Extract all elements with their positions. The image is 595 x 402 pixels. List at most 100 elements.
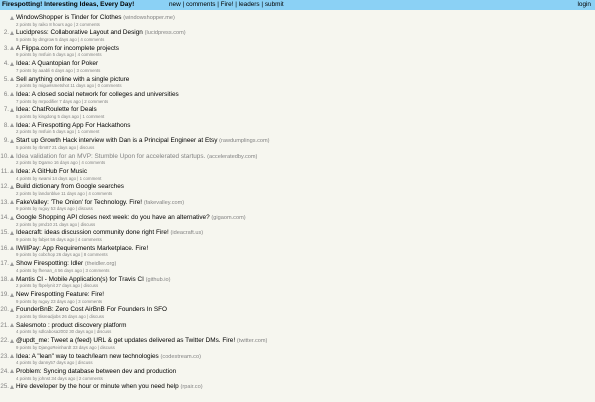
story-title-link[interactable]: Build dictionary from Google searches [16,183,124,190]
upvote-arrow-icon[interactable] [10,30,14,35]
story-title-link[interactable]: Idea: A "lean" way to teach/learn new te… [16,353,159,360]
story-subtext[interactable]: 9 points by cobchop 26 days ago | 8 comm… [16,252,108,258]
nav-comments[interactable]: comments [186,1,215,8]
upvote-arrow-icon[interactable] [10,323,14,328]
story-subtext[interactable]: 2 points by Dgamo 16 days ago | 4 commen… [16,160,105,166]
nav-submit[interactable]: submit [265,1,284,8]
story-title-link[interactable]: New Firespotting Feature: Fire! [16,291,104,298]
story-row: 10. Idea validation for an MVP: Stumble U… [0,152,595,167]
nav-leaders[interactable]: leaders [239,1,260,8]
story-subtext[interactable]: 9 points by ruguy 53 days ago | discuss [16,206,93,212]
story-rank: 15. [0,229,9,237]
story-title-link[interactable]: A Flippa.com for incomplete projects [16,45,119,52]
story-subtext[interactable]: 4 points by johnst 34 days ago | 2 comme… [16,376,103,382]
story-subtext[interactable]: 4 points by fhenan_4 56 days ago | 3 com… [16,268,109,274]
login-link[interactable]: login [577,0,591,10]
story-title-link[interactable]: Hire developer by the hour or minute whe… [16,383,179,390]
story-subtext[interactable]: 7 points by mrpodifier 7 days ago | 2 co… [16,99,108,105]
story-rank: 22. [0,337,9,345]
story-subtext[interactable]: 9 points by msfuin 5 days ago | 4 commen… [16,52,102,58]
story-rank: 12. [0,183,9,191]
upvote-arrow-icon[interactable] [10,107,14,112]
upvote-arrow-icon[interactable] [10,246,14,251]
story-title-link[interactable]: Start up Growth Hack interview with Dan … [16,137,217,144]
story-title-link[interactable]: Salesmoto : product discovery platform [16,322,126,329]
site-title[interactable]: Firespotting! Interesting Ideas, Every D… [2,0,134,10]
story-row: 4. Idea: A Quantopian for Poker 7 points b… [0,59,595,74]
story-rank: 9. [3,137,9,145]
story-subtext[interactable]: 2 points by raiko 8 hours ago | 2 commen… [16,22,100,28]
story-title-link[interactable]: Google Shopping API closes next week: do… [16,214,210,221]
upvote-arrow-icon[interactable] [10,92,14,97]
nav-new[interactable]: new [169,1,181,8]
story-title-link[interactable]: Idea: A Quantopian for Poker [16,60,98,67]
upvote-arrow-icon[interactable] [10,292,14,297]
story-row: 23. Idea: A "lean" way to teach/learn new… [0,352,595,367]
story-row: 8. Idea: A Firespotting App For Hackathon… [0,121,595,136]
upvote-arrow-icon[interactable] [10,123,14,128]
story-title-link[interactable]: @updt_me: Tweet a (feed) URL & get updat… [16,337,235,344]
story-subtext[interactable]: 2 points by pmd10 21 days ago | discuss [16,222,95,228]
upvote-arrow-icon[interactable] [10,261,14,266]
story-rank: 5. [3,75,9,83]
upvote-arrow-icon[interactable] [10,277,14,282]
story-subtext[interactable]: 4 points by sdlcabosa2002 30 days ago | … [16,329,111,335]
story-title-link[interactable]: WindowShopper is Tinder for Clothes [16,14,122,21]
story-subtext[interactable]: 5 points by dmgrow 5 days ago | 4 commen… [16,37,104,43]
nav-fire[interactable]: Fire! [221,1,234,8]
upvote-arrow-icon[interactable] [10,384,14,389]
upvote-arrow-icon[interactable] [10,169,14,174]
story-title-link[interactable]: FounderBnB: Zero Cost AirBnB For Founder… [16,306,167,313]
story-subtext[interactable]: 9 points by fabjet 56 days ago | 4 comme… [16,237,102,243]
story-title-link[interactable]: Idea: A GitHub For Music [16,168,87,175]
story-title-line: Hire developer by the hour or minute whe… [16,382,203,392]
upvote-arrow-icon[interactable] [10,215,14,220]
story-title-link[interactable]: Idea: A Firespotting App For Hackathons [16,122,130,129]
upvote-arrow-icon[interactable] [10,338,14,343]
story-title-link[interactable]: Mantis CI - Mobile Application(s) for Tr… [16,276,144,283]
header-nav: new | comments | Fire! | leaders | submi… [169,0,284,10]
story-subtext[interactable]: 4 points by swami 14 days ago | 1 commen… [16,176,101,182]
story-subtext[interactable]: 7 points by aaabli 6 days ago | 3 commen… [16,68,100,74]
story-subtext[interactable]: 5 points by kingdong 5 days ago | 1 comm… [16,114,104,120]
story-row: 12. Build dictionary from Google searches… [0,182,595,197]
story-title-link[interactable]: Show Firespotting: Idler [16,260,83,267]
story-title-link[interactable]: IWillPay: App Requirements Marketplace. … [16,245,148,252]
story-title-link[interactable]: Ideacraft: ideas discussion community do… [16,229,169,236]
upvote-arrow-icon[interactable] [10,200,14,205]
upvote-arrow-icon[interactable] [10,61,14,66]
story-subtext[interactable]: 5 points by rbm87 21 days ago | discuss [16,145,94,151]
upvote-arrow-icon[interactable] [10,230,14,235]
story-rank: 19. [0,291,9,299]
story-rank: 10. [0,152,9,160]
story-row: 16. IWillPay: App Requirements Marketplac… [0,244,595,259]
story-subtext[interactable]: 9 points by ruguy 23 days ago | 3 commen… [16,299,102,305]
upvote-arrow-icon[interactable] [10,77,14,82]
story-list: WindowShopper is Tinder for Clothes (win… [0,13,595,398]
story-subtext[interactable]: 2 points by landonblue 11 days ago | 4 c… [16,191,112,197]
story-domain: (codestream.co) [160,353,201,360]
story-title-link[interactable]: Idea: A closed social network for colleg… [16,91,179,98]
story-subtext[interactable]: 3 points by tlisreadjobs 26 days ago | d… [16,314,104,320]
upvote-arrow-icon[interactable] [10,15,14,20]
story-title-link[interactable]: Sell anything online with a single pictu… [16,76,129,83]
story-title-link[interactable]: Problem: Syncing database between dev an… [16,368,176,375]
story-title-link[interactable]: Idea validation for an MVP: Stumble Upon… [16,153,205,160]
upvote-arrow-icon[interactable] [10,46,14,51]
upvote-arrow-icon[interactable] [10,184,14,189]
story-rank: 16. [0,244,9,252]
story-subtext[interactable]: 9 points by DjangoReinhardt 33 days ago … [16,345,115,351]
upvote-arrow-icon[interactable] [10,154,14,159]
story-title-link[interactable]: FakeValley: 'The Onion' for Technology. … [16,199,142,206]
story-subtext[interactable]: 4 points by danny57 days ago | discuss [16,360,93,366]
story-title-link[interactable]: Idea: ChatRoulette for Deals [16,106,97,113]
upvote-arrow-icon[interactable] [10,369,14,374]
story-subtext[interactable]: 2 points by miguelsmetshot 11 days ago |… [16,83,122,89]
story-row: 20. FounderBnB: Zero Cost AirBnB For Foun… [0,305,595,320]
story-subtext[interactable]: 2 points by msfuin 5 days ago | 1 commen… [16,129,99,135]
story-subtext[interactable]: 2 points by fbpelynit 27 days ago | disc… [16,283,98,289]
story-title-link[interactable]: Lucidpress: Collaborative Layout and Des… [16,29,143,36]
upvote-arrow-icon[interactable] [10,138,14,143]
upvote-arrow-icon[interactable] [10,307,14,312]
upvote-arrow-icon[interactable] [10,354,14,359]
